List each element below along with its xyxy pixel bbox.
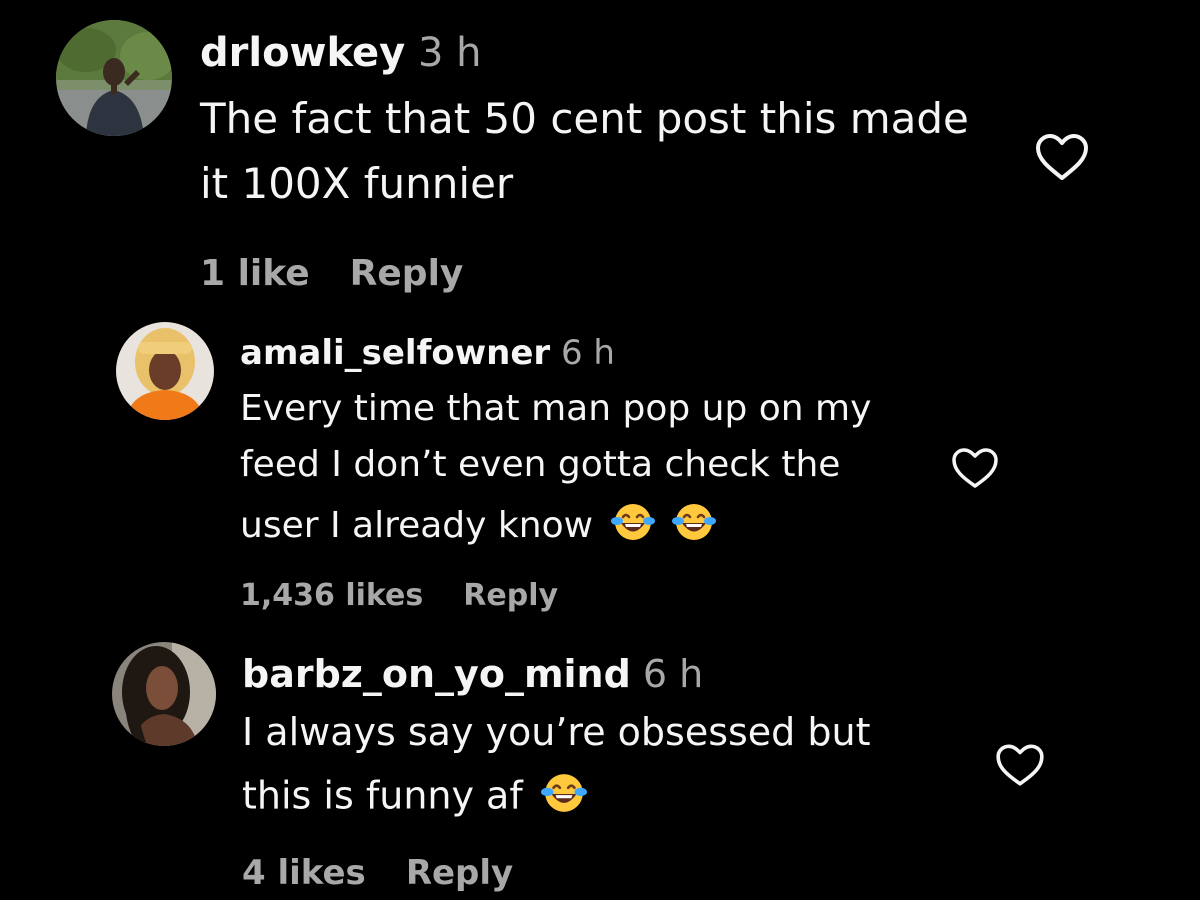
face-with-tears-of-joy-icon xyxy=(671,502,716,542)
reply-button[interactable]: Reply xyxy=(406,853,513,893)
like-count[interactable]: 4 likes xyxy=(242,853,366,893)
timestamp: 6 h xyxy=(642,652,704,696)
reply-button[interactable]: Reply xyxy=(463,578,558,613)
comment-header: drlowkey 3 h xyxy=(200,33,481,73)
comment-text: user I already know xyxy=(240,504,594,546)
comment-text-line-with-emoji: this is funny af xyxy=(242,772,587,815)
avatar[interactable] xyxy=(56,20,172,136)
timestamp: 6 h xyxy=(560,333,615,373)
comment-meta: 1 like Reply xyxy=(200,256,463,292)
comment-text-line: Every time that man pop up on my xyxy=(240,388,872,429)
comment-text-line: feed I don’t even gotta check the xyxy=(240,444,841,485)
timestamp: 3 h xyxy=(417,30,482,76)
reply-button[interactable]: Reply xyxy=(350,253,464,294)
like-count[interactable]: 1,436 likes xyxy=(240,578,423,613)
comment-text-line: it 100X funnier xyxy=(200,159,514,208)
username[interactable]: drlowkey xyxy=(200,30,405,76)
like-count[interactable]: 1 like xyxy=(200,253,310,294)
avatar[interactable] xyxy=(112,642,216,746)
username[interactable]: amali_selfowner xyxy=(240,333,550,373)
avatar[interactable] xyxy=(116,322,214,420)
heart-outline-icon[interactable] xyxy=(994,742,1046,788)
comment-meta: 1,436 likes Reply xyxy=(240,581,558,611)
comment-text-line-with-emoji: user I already know xyxy=(240,502,716,544)
avatar-photo-woman-dark-hair xyxy=(112,642,216,746)
comment-text: this is funny af xyxy=(242,773,523,818)
comment-meta: 4 likes Reply xyxy=(242,856,513,890)
comment-header: barbz_on_yo_mind 6 h xyxy=(242,655,703,693)
heart-outline-icon[interactable] xyxy=(1034,132,1090,182)
comment-text-line: I always say you’re obsessed but xyxy=(242,710,871,754)
face-with-tears-of-joy-icon xyxy=(610,502,655,542)
username[interactable]: barbz_on_yo_mind xyxy=(242,652,631,696)
avatar-photo-woman-blonde xyxy=(116,322,214,420)
heart-outline-icon[interactable] xyxy=(950,446,1000,490)
avatar-photo-man xyxy=(56,20,172,136)
comment-text-line: The fact that 50 cent post this made xyxy=(200,94,969,143)
comment-header: amali_selfowner 6 h xyxy=(240,336,615,370)
face-with-tears-of-joy-icon xyxy=(540,772,587,814)
